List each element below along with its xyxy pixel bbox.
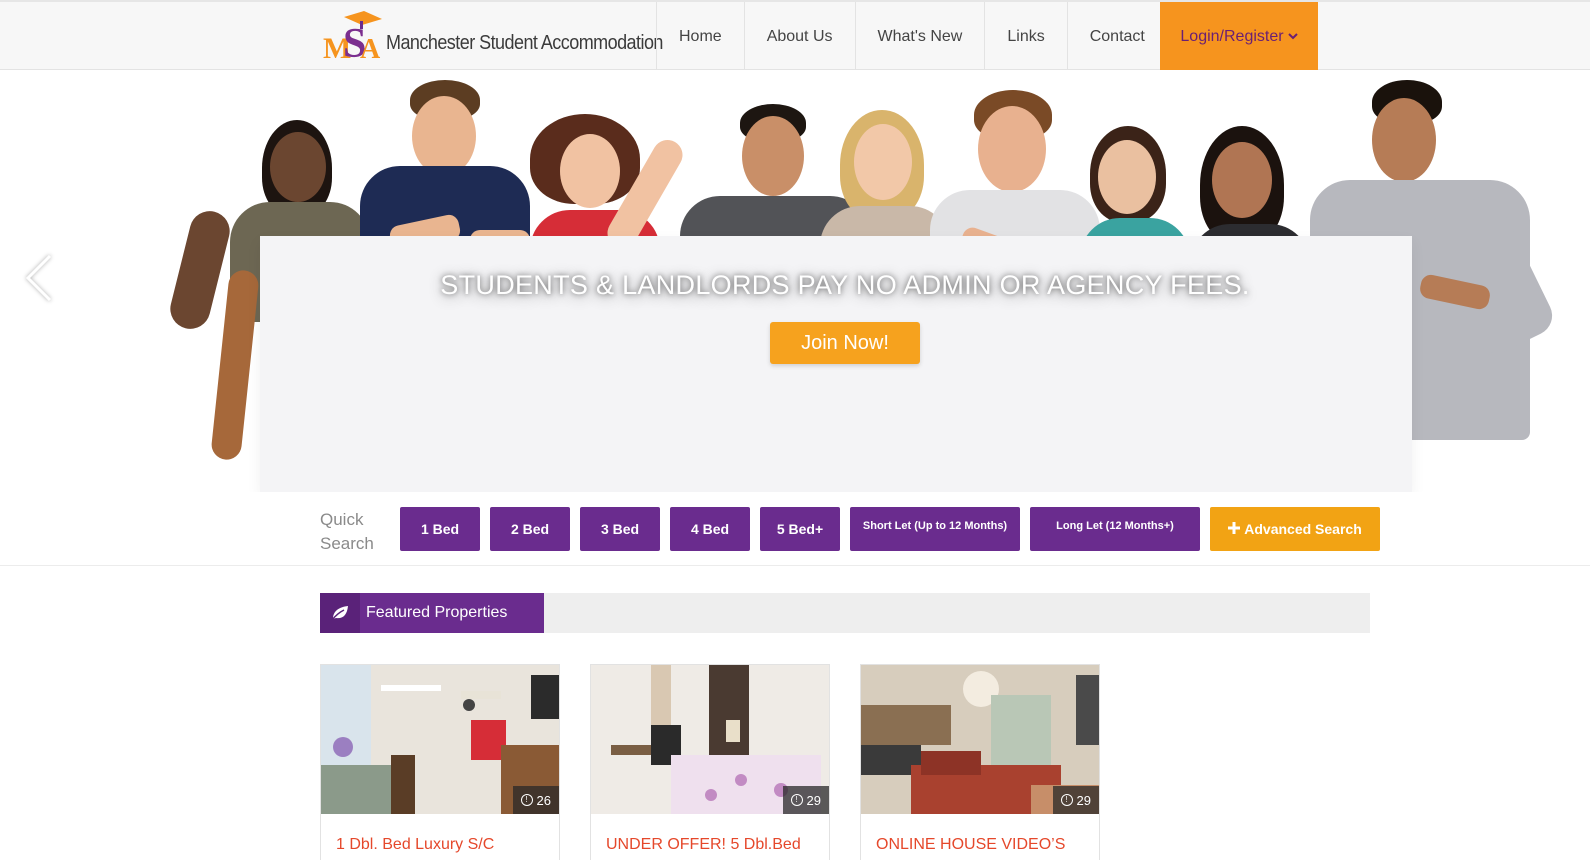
featured-properties-tab: Featured Properties — [320, 593, 544, 633]
hero-carousel: STUDENTS & LANDLORDS PAY NO ADMIN OR AGE… — [0, 70, 1590, 492]
svg-text:A: A — [360, 34, 381, 63]
property-card[interactable]: ! 29 UNDER OFFER! 5 Dbl.Bed — [590, 664, 830, 860]
quick-1-bed-button[interactable]: 1 Bed — [400, 507, 480, 551]
quick-search-label: Quick Search — [320, 510, 374, 553]
property-title[interactable]: ONLINE HOUSE VIDEO’S — [876, 833, 1091, 857]
quick-2-bed-button[interactable]: 2 Bed — [490, 507, 570, 551]
quick-short-let-button[interactable]: Short Let (Up to 12 Months) — [850, 507, 1020, 551]
join-now-button[interactable]: Join Now! — [770, 322, 920, 364]
property-card[interactable]: ! 26 1 Dbl. Bed Luxury S/C — [320, 664, 560, 860]
camera-icon: ! — [520, 794, 533, 806]
property-photo[interactable]: ! 29 — [591, 665, 829, 814]
property-photo[interactable]: ! 29 — [861, 665, 1099, 814]
nav-links[interactable]: Links — [984, 2, 1066, 72]
main-nav: Home About Us What's New Links Contact — [656, 2, 1168, 72]
login-register-button[interactable]: Login/Register — [1160, 2, 1318, 72]
advanced-search-button[interactable]: Advanced Search — [1210, 507, 1380, 551]
photo-count-badge: ! 29 — [782, 786, 829, 814]
logo-mark: M S A — [322, 11, 384, 67]
chevron-down-icon — [1287, 31, 1298, 43]
photo-count-badge: ! 29 — [1052, 786, 1099, 814]
property-title[interactable]: 1 Dbl. Bed Luxury S/C — [336, 833, 551, 857]
quick-3-bed-button[interactable]: 3 Bed — [580, 507, 660, 551]
hero-title: STUDENTS & LANDLORDS PAY NO ADMIN OR AGE… — [440, 270, 1250, 300]
quick-long-let-button[interactable]: Long Let (12 Months+) — [1030, 507, 1200, 551]
advanced-search-label: Advanced Search — [1244, 521, 1362, 537]
site-logo[interactable]: M S A Manchester Student Accommodation — [322, 10, 694, 67]
quick-4-bed-button[interactable]: 4 Bed — [670, 507, 750, 551]
site-header: M S A Manchester Student Accommodation H… — [0, 0, 1590, 72]
photo-count: 29 — [1076, 792, 1091, 808]
quick-5-bed-plus-button[interactable]: 5 Bed+ — [760, 507, 840, 551]
photo-count-badge: ! 26 — [512, 786, 559, 814]
nav-about-us[interactable]: About Us — [743, 2, 855, 72]
carousel-prev-chevron-icon[interactable] — [22, 250, 62, 310]
property-photo[interactable]: ! 26 — [321, 665, 559, 814]
camera-icon: ! — [790, 794, 803, 806]
camera-icon: ! — [1060, 794, 1073, 806]
logo-text: Manchester Student Accommodation — [386, 31, 663, 54]
property-title[interactable]: UNDER OFFER! 5 Dbl.Bed — [606, 833, 821, 857]
photo-count: 26 — [536, 792, 551, 808]
nav-contact[interactable]: Contact — [1066, 2, 1168, 72]
nav-whats-new[interactable]: What's New — [854, 2, 985, 72]
photo-count: 29 — [806, 792, 821, 808]
featured-properties-title: Featured Properties — [366, 604, 508, 621]
property-card[interactable]: ! 29 ONLINE HOUSE VIDEO’S — [860, 664, 1100, 860]
plus-icon — [1228, 521, 1241, 537]
leaf-icon — [320, 593, 360, 633]
nav-home[interactable]: Home — [656, 2, 744, 72]
quick-search-bar: Quick Search 1 Bed 2 Bed 3 Bed 4 Bed 5 B… — [0, 492, 1590, 566]
featured-properties-bar: Featured Properties — [320, 593, 1370, 633]
login-register-label: Login/Register — [1180, 27, 1284, 45]
